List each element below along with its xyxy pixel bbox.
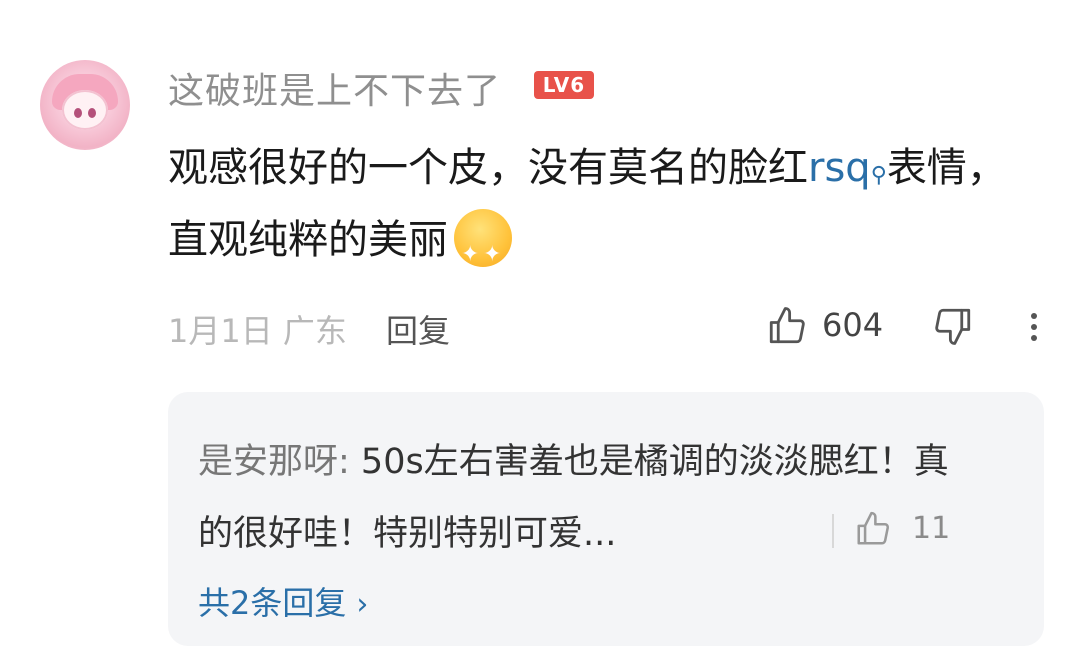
reply-like-count: 11 bbox=[912, 511, 951, 546]
total-replies-label: 共2条回复 bbox=[198, 584, 347, 622]
chevron-right-icon: › bbox=[356, 587, 369, 622]
comment-text-part: 观感很好的一个皮，没有莫名的脸红 bbox=[168, 145, 808, 191]
divider bbox=[832, 514, 834, 548]
avatar-eye bbox=[88, 108, 96, 118]
thumbs-down-icon[interactable] bbox=[932, 305, 974, 347]
thumbs-up-icon[interactable] bbox=[854, 510, 892, 548]
comment-text: 观感很好的一个皮，没有莫名的脸红rsq⚲表情，直观纯粹的美丽 bbox=[168, 132, 1038, 291]
username[interactable]: 这破班是上不下去了 bbox=[168, 62, 501, 114]
level-badge: LV6 bbox=[534, 71, 594, 99]
comment-location: 广东 bbox=[282, 312, 347, 350]
comment-date: 1月1日 bbox=[168, 312, 273, 350]
reply-preview-text: 是安那呀: 50s左右害羞也是橘调的淡淡腮红！真的很好哇！特别特别可爱... bbox=[198, 426, 958, 570]
reply-username[interactable]: 是安那呀: bbox=[198, 442, 350, 482]
search-icon[interactable]: ⚲ bbox=[871, 163, 887, 188]
comment-meta: 1月1日 广东 bbox=[168, 306, 347, 352]
more-vertical-icon[interactable] bbox=[1020, 308, 1048, 348]
avatar[interactable] bbox=[40, 60, 130, 150]
like-count: 604 bbox=[822, 306, 884, 344]
starry-eyed-emoji-icon bbox=[454, 209, 512, 291]
more-dot bbox=[1031, 313, 1037, 319]
search-link[interactable]: rsq bbox=[808, 145, 871, 191]
avatar-eye bbox=[74, 108, 82, 118]
reply-button[interactable]: 回复 bbox=[386, 306, 450, 352]
more-dot bbox=[1031, 335, 1037, 341]
thumbs-up-icon[interactable] bbox=[766, 305, 808, 347]
more-dot bbox=[1031, 324, 1037, 330]
reply-preview-box[interactable]: 是安那呀: 50s左右害羞也是橘调的淡淡腮红！真的很好哇！特别特别可爱... 1… bbox=[168, 392, 1044, 646]
view-all-replies-link[interactable]: 共2条回复 › bbox=[198, 578, 368, 624]
avatar-face bbox=[62, 90, 108, 130]
